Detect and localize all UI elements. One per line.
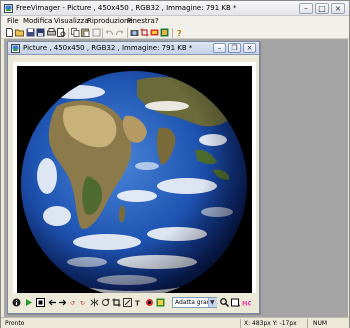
crop-tool-icon[interactable] [112, 298, 121, 307]
about-icon[interactable]: ? [175, 28, 184, 37]
maximize-button[interactable]: □ [315, 3, 329, 14]
resize-icon[interactable] [123, 298, 132, 307]
rotate-left-icon[interactable]: ↺ [70, 298, 79, 307]
picture-navigation-bar: ↺ ↻ T Adatta grandi. ▼ H [8, 293, 259, 313]
gallery-icon[interactable] [160, 28, 169, 37]
text-tool-icon[interactable]: T [134, 298, 143, 308]
picture-window-title: Picture , 450x450 , RGB32 , Immagine: 79… [23, 44, 193, 52]
zoom-dropdown-button[interactable]: ▼ [208, 298, 217, 307]
open-icon[interactable] [15, 28, 24, 37]
picture-window-icon [11, 44, 20, 53]
status-divider [307, 319, 308, 328]
minimize-icon: – [304, 4, 308, 13]
delete-icon[interactable] [92, 28, 101, 37]
status-coordinates: X: 483px Y: -17px [244, 320, 297, 327]
status-text: Pronto [5, 320, 25, 327]
next-arrow-icon[interactable] [58, 298, 67, 307]
chevron-down-icon: ▼ [210, 299, 215, 306]
rotate-icon[interactable] [101, 298, 110, 307]
image-canvas[interactable] [13, 62, 256, 305]
main-window: FreeVimager - Picture , 450x450 , RGB32 … [0, 0, 350, 328]
rotate-right-icon[interactable]: ↻ [80, 298, 89, 307]
menu-modifica[interactable]: Modifica [23, 17, 52, 25]
menu-riproduzione[interactable]: Riproduzione [87, 17, 133, 25]
menu-visualizza[interactable]: Visualizza [54, 17, 88, 25]
previous-arrow-icon[interactable] [48, 298, 57, 307]
minimize-button[interactable]: – [299, 3, 313, 14]
status-num-lock: NUM [313, 320, 328, 327]
copy-icon[interactable] [71, 28, 80, 37]
close-button[interactable]: × [331, 3, 345, 14]
toolbar-separator [68, 28, 69, 38]
play-icon[interactable] [24, 298, 33, 307]
title-bar[interactable]: FreeVimager - Picture , 450x450 , RGB32 … [1, 1, 349, 16]
redeye-icon[interactable] [145, 298, 154, 307]
toolbar-separator [102, 28, 103, 38]
child-close-button[interactable]: × [243, 43, 256, 53]
svg-text:↺: ↺ [70, 300, 75, 307]
status-divider [240, 319, 241, 328]
menu-file[interactable]: File [7, 17, 19, 25]
svg-text:T: T [135, 300, 140, 308]
status-bar: Pronto X: 483px Y: -17px NUM [1, 317, 349, 328]
svg-text:?: ? [177, 29, 182, 37]
toolbar-separator [172, 28, 173, 38]
menu-help[interactable]: ? [155, 17, 159, 25]
print-icon[interactable] [47, 28, 56, 37]
background-color-icon[interactable] [231, 298, 240, 307]
maximize-icon: □ [318, 4, 326, 13]
earth-globe-picture [17, 66, 252, 301]
toolbar: ? [1, 27, 349, 39]
app-icon [4, 4, 13, 13]
color-adjust-icon[interactable] [156, 298, 165, 307]
menu-finestra[interactable]: Finestra [127, 17, 155, 25]
info-icon[interactable] [12, 298, 21, 307]
save-icon[interactable] [26, 28, 35, 37]
picture-window-titlebar[interactable]: Picture , 450x450 , RGB32 , Immagine: 79… [8, 42, 259, 55]
earth-image[interactable] [17, 66, 252, 301]
window-title: FreeVimager - Picture , 450x450 , RGB32 … [16, 4, 237, 12]
crop-icon[interactable] [140, 28, 149, 37]
capture-icon[interactable] [130, 28, 139, 37]
email-icon[interactable] [150, 28, 159, 37]
zoom-select[interactable]: Adatta grandi. ▼ [172, 297, 218, 308]
zoom-icon[interactable] [220, 298, 229, 307]
flip-icon[interactable] [90, 298, 99, 307]
minimize-icon: – [217, 44, 222, 52]
child-minimize-button[interactable]: – [213, 43, 226, 53]
menu-bar: File Modifica Visualizza Riproduzione Fi… [1, 16, 349, 27]
close-icon: × [246, 44, 253, 52]
stop-icon[interactable] [36, 298, 45, 307]
toolbar-separator [127, 28, 128, 38]
layers-icon[interactable]: HO [242, 298, 251, 307]
new-icon[interactable] [5, 28, 14, 37]
child-restore-button[interactable]: ❐ [228, 43, 241, 53]
save-as-icon[interactable] [36, 28, 45, 37]
close-icon: × [334, 4, 342, 13]
picture-window: Picture , 450x450 , RGB32 , Immagine: 79… [7, 41, 260, 314]
svg-text:HO: HO [242, 299, 251, 307]
undo-icon[interactable] [105, 28, 114, 37]
restore-icon: ❐ [231, 44, 238, 52]
print-preview-icon[interactable] [57, 28, 66, 37]
paste-icon[interactable] [81, 28, 90, 37]
redo-icon[interactable] [115, 28, 124, 37]
svg-text:↻: ↻ [80, 300, 85, 307]
